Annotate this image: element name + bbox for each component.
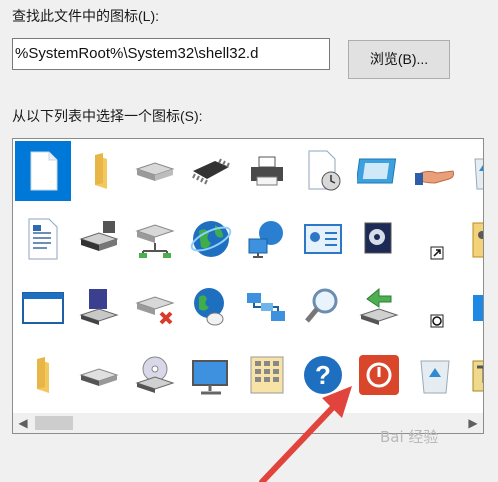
- icon-cell[interactable]: [407, 277, 463, 337]
- document-icon: [30, 151, 58, 191]
- icon-cell[interactable]: [15, 277, 71, 337]
- toolbox-icon: [472, 360, 483, 392]
- network-icon: [247, 293, 285, 321]
- icon-cell[interactable]: [239, 345, 295, 405]
- icon-cell[interactable]: [463, 345, 483, 405]
- chip-icon: [192, 158, 230, 185]
- icon-cell[interactable]: ?: [295, 345, 351, 405]
- keypad-icon: [250, 356, 284, 394]
- printer-icon: [251, 156, 283, 186]
- network-drive-share-icon: [135, 224, 175, 258]
- network-drive-disconnect-icon: [135, 296, 175, 325]
- clock-small-icon: [430, 314, 444, 328]
- desktop-monitor-icon: [192, 360, 228, 395]
- folder-icon: [95, 153, 107, 189]
- icon-cell[interactable]: [463, 277, 483, 337]
- network-drive-icon: [79, 221, 119, 251]
- folder-icon: [37, 357, 49, 393]
- watermark: Bai 经验: [380, 428, 439, 446]
- scroll-thumb[interactable]: [35, 416, 73, 430]
- disk-drive-icon: [79, 289, 119, 325]
- globe-icon: [190, 221, 232, 257]
- icon-cell[interactable]: [407, 141, 463, 201]
- icon-file-path-input[interactable]: %SystemRoot%\System32\shell32.d: [12, 38, 330, 70]
- clock-document-icon: [308, 150, 341, 191]
- globe-mouse-icon: [194, 288, 224, 326]
- icon-cell[interactable]: [15, 209, 71, 269]
- network-globe-icon: [248, 221, 283, 258]
- icon-cell[interactable]: [351, 141, 407, 201]
- icon-cell[interactable]: [183, 277, 239, 337]
- icon-cell[interactable]: [127, 209, 183, 269]
- icon-cell[interactable]: [295, 277, 351, 337]
- power-icon: [359, 355, 399, 395]
- media-icon: [364, 222, 392, 254]
- icon-cell[interactable]: [295, 209, 351, 269]
- icon-cell[interactable]: [71, 209, 127, 269]
- green-arrow-drive-icon: [359, 287, 399, 325]
- drive-icon: [135, 162, 175, 181]
- scroll-left-icon[interactable]: ◀: [13, 413, 33, 433]
- recycle-bin-icon: [474, 158, 483, 190]
- cd-drive-icon: [135, 356, 175, 393]
- icon-cell[interactable]: [183, 209, 239, 269]
- window-icon: [22, 292, 64, 324]
- icon-cell[interactable]: [15, 345, 71, 405]
- shortcut-arrow-icon: [430, 246, 444, 260]
- text-document-icon: [28, 218, 58, 260]
- icon-cell[interactable]: [183, 345, 239, 405]
- sharing-hand-icon: [415, 170, 454, 185]
- icon-cell[interactable]: [71, 345, 127, 405]
- icon-cell[interactable]: [127, 277, 183, 337]
- icon-cell[interactable]: [71, 141, 127, 201]
- monitor-image-icon: [357, 158, 397, 184]
- recycle-bin-icon: [420, 360, 450, 394]
- open-folder-key-icon: [472, 222, 483, 258]
- icon-cell[interactable]: [239, 277, 295, 337]
- search-icon: [305, 288, 338, 323]
- icon-cell[interactable]: [351, 345, 407, 405]
- select-icon-label: 从以下列表中选择一个图标(S):: [12, 108, 203, 124]
- svg-text:?: ?: [315, 360, 331, 390]
- scroll-right-icon[interactable]: ▶: [463, 413, 483, 433]
- icon-cell[interactable]: [295, 141, 351, 201]
- blue-square-icon: [473, 295, 483, 321]
- icon-cell[interactable]: [407, 345, 463, 405]
- icon-cell[interactable]: [127, 141, 183, 201]
- icon-cell[interactable]: [351, 277, 407, 337]
- icon-cell[interactable]: [15, 141, 71, 201]
- icon-list[interactable]: ? ◀ ▶: [12, 138, 484, 434]
- icon-cell[interactable]: [239, 141, 295, 201]
- icon-cell[interactable]: [71, 277, 127, 337]
- icon-cell[interactable]: [463, 209, 483, 269]
- icon-cell[interactable]: [463, 141, 483, 201]
- find-icons-label: 查找此文件中的图标(L):: [12, 8, 159, 24]
- icon-cell[interactable]: [239, 209, 295, 269]
- icon-cell[interactable]: [407, 209, 463, 269]
- icon-cell[interactable]: [127, 345, 183, 405]
- control-panel-icon: [304, 224, 342, 254]
- browse-button[interactable]: 浏览(B)...: [348, 40, 450, 79]
- icon-cell[interactable]: [351, 209, 407, 269]
- icon-cell[interactable]: [183, 141, 239, 201]
- hard-drive-icon: [79, 368, 119, 386]
- help-icon: ?: [304, 356, 342, 394]
